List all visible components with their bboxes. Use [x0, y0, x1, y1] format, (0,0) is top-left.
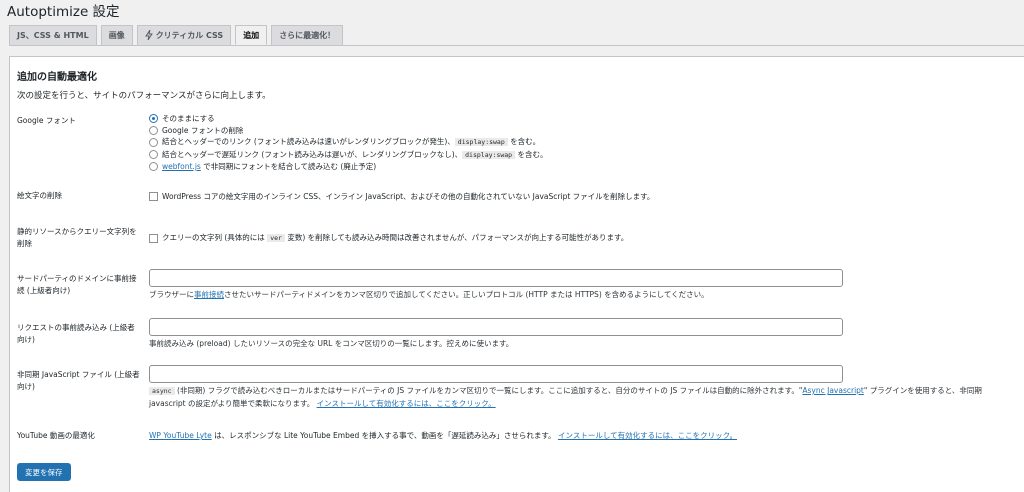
emoji-description: WordPress コアの絵文字用のインライン CSS、インライン JavaSc… — [162, 192, 655, 201]
query-strings-field: クエリーの文字列 (具体的には ver 変数) を削除しても読み込み時間は改善さ… — [149, 232, 1014, 245]
code-display-swap: display:swap — [462, 150, 516, 159]
query-strings-checkbox[interactable] — [149, 233, 158, 243]
option-label: 結合とヘッダーで遅延リンク (フォント読み込みは遅いが、レンダリングブロックなし… — [162, 149, 548, 159]
emoji-checkbox[interactable] — [149, 192, 158, 202]
preload-help: 事前読み込み (preload) したいリソースの完全な URL をコンマ区切り… — [149, 339, 514, 348]
option-label: Google フォントの削除 — [162, 125, 244, 135]
async-javascript-link[interactable]: Async Javascript — [802, 386, 863, 395]
google-fonts-label: Google フォント — [17, 116, 76, 125]
emoji-label: 絵文字の削除 — [17, 191, 62, 200]
google-fonts-option-combine-link[interactable]: 結合とヘッダーでのリンク (フォント読み込みは速いがレンダリングブロックが発生)… — [149, 136, 1014, 149]
preconnect-link[interactable]: 事前接続 — [194, 290, 224, 299]
async-js-input[interactable] — [149, 365, 843, 383]
async-js-label: 非同期 JavaScript ファイル (上級者向け) — [17, 370, 140, 391]
query-strings-description: クエリーの文字列 (具体的には ver 変数) を削除しても読み込み時間は改善さ… — [162, 233, 629, 242]
async-js-install-link[interactable]: インストールして有効化するには、ここをクリック。 — [317, 399, 496, 408]
google-fonts-option-keep[interactable]: そのままにする — [149, 113, 1014, 125]
preconnect-label: サードパーティのドメインに事前接続 (上級者向け) — [17, 274, 137, 295]
google-fonts-option-webfont-js[interactable]: webfont.js で非同期にフォントを結合して読み込む (廃止予定) — [149, 161, 1014, 173]
radio-button[interactable] — [149, 114, 158, 124]
lightning-icon — [144, 29, 153, 42]
tab-label: クリティカル CSS — [155, 31, 224, 40]
nav-tabs: JS、CSS & HTML 画像 クリティカル CSS 追加 さらに最適化！ — [9, 25, 1024, 45]
option-label: そのままにする — [162, 114, 215, 123]
tab-label: 追加 — [243, 30, 260, 40]
youtube-field: WP YouTube Lyte は、レスポンシブな Lite YouTube E… — [149, 430, 1014, 442]
tab-label: さらに最適化！ — [279, 31, 336, 40]
tab-extra[interactable]: 追加 — [235, 25, 268, 45]
page-title: Autoptimize 設定 — [7, 4, 120, 20]
youtube-description: WP YouTube Lyte は、レスポンシブな Lite YouTube E… — [149, 431, 737, 440]
tab-label: 画像 — [108, 31, 125, 40]
emoji-checkbox-row[interactable]: WordPress コアの絵文字用のインライン CSS、インライン JavaSc… — [149, 191, 1014, 203]
async-js-help: async (非同期) フラグで読み込むべきローカルまたはサードパーティの JS… — [149, 386, 982, 408]
async-js-field: async (非同期) フラグで読み込むべきローカルまたはサードパーティの JS… — [149, 365, 1014, 409]
save-button[interactable]: 変更を保存 — [17, 463, 71, 481]
radio-button[interactable] — [149, 137, 158, 147]
radio-button[interactable] — [149, 125, 158, 135]
wp-youtube-lyte-link[interactable]: WP YouTube Lyte — [149, 431, 212, 440]
preconnect-help: ブラウザーに事前接続させたいサードパーティドメインをカンマ区切りで追加してくださ… — [149, 290, 709, 299]
option-label: webfont.js で非同期にフォントを結合して読み込む (廃止予定) — [162, 162, 377, 171]
tab-js-css-html[interactable]: JS、CSS & HTML — [9, 25, 97, 45]
radio-button[interactable] — [149, 162, 158, 172]
code-async: async — [149, 387, 175, 395]
tab-divider — [9, 45, 1024, 46]
radio-button[interactable] — [149, 150, 158, 160]
preload-input[interactable] — [149, 318, 843, 336]
webfont-js-link[interactable]: webfont.js — [162, 162, 201, 171]
tab-images[interactable]: 画像 — [100, 25, 133, 45]
section-description: 次の設定を行うと、サイトのパフォーマンスがさらに向上します。 — [17, 91, 271, 101]
preload-field: 事前読み込み (preload) したいリソースの完全な URL をコンマ区切り… — [149, 318, 1014, 350]
preload-label: リクエストの事前読み込み (上級者向け) — [17, 323, 135, 344]
code-display-swap: display:swap — [454, 138, 508, 146]
google-fonts-option-deferred-link[interactable]: 結合とヘッダーで遅延リンク (フォント読み込みは遅いが、レンダリングブロックなし… — [149, 149, 1014, 162]
tab-critical-css[interactable]: クリティカル CSS — [136, 25, 232, 45]
google-fonts-option-remove[interactable]: Google フォントの削除 — [149, 125, 1014, 137]
google-fonts-options: そのままにする Google フォントの削除 結合とヘッダーでのリンク (フォン… — [149, 113, 1014, 173]
option-label: 結合とヘッダーでのリンク (フォント読み込みは速いがレンダリングブロックが発生)… — [162, 137, 541, 146]
query-strings-label: 静的リソースからクエリー文字列を削除 — [17, 227, 137, 248]
tab-label: JS、CSS & HTML — [17, 31, 89, 40]
preconnect-input[interactable] — [149, 269, 843, 287]
settings-panel: 追加の自動最適化 次の設定を行うと、サイトのパフォーマンスがさらに向上します。 … — [9, 56, 1024, 492]
youtube-label: YouTube 動画の最適化 — [17, 431, 95, 440]
preconnect-field: ブラウザーに事前接続させたいサードパーティドメインをカンマ区切りで追加してくださ… — [149, 269, 1014, 301]
section-heading: 追加の自動最適化 — [17, 72, 97, 83]
query-strings-checkbox-row[interactable]: クエリーの文字列 (具体的には ver 変数) を削除しても読み込み時間は改善さ… — [149, 232, 1014, 245]
code-ver: ver — [267, 234, 285, 242]
youtube-install-link[interactable]: インストールして有効化するには、ここをクリック。 — [558, 431, 737, 440]
tab-optimize-more[interactable]: さらに最適化！ — [271, 25, 344, 45]
emoji-field: WordPress コアの絵文字用のインライン CSS、インライン JavaSc… — [149, 191, 1014, 203]
